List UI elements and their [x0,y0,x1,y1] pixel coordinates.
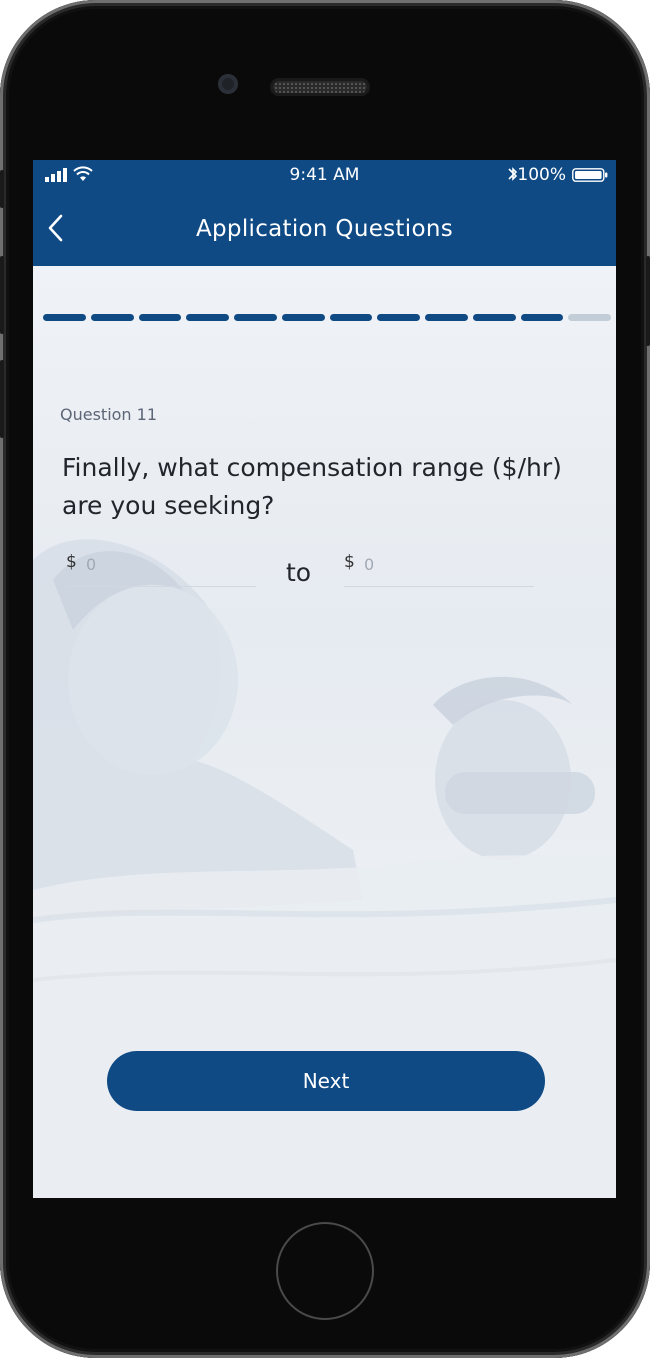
min-rate-field: $ [66,552,256,587]
progress-step-complete [138,314,182,321]
volume-down-button [0,360,4,438]
battery-icon [572,168,608,182]
progress-step-complete [377,314,420,321]
max-rate-field: $ [344,552,534,587]
progress-step-complete [186,314,229,321]
min-rate-input[interactable] [86,552,246,576]
next-button[interactable]: Next [107,1051,545,1111]
nav-bar: Application Questions [33,190,616,266]
question-number: Question 11 [60,405,158,424]
max-rate-input[interactable] [364,552,524,576]
progress-step-pending [568,314,611,321]
max-rate-currency: $ [344,552,355,572]
front-camera [218,74,238,94]
progress-step-complete [520,314,564,321]
range-separator: to [286,558,312,587]
progress-step-complete [43,314,86,321]
app-screen: 9:41 AM 100% Application Questions Quest… [33,160,616,1198]
question-text: Finally, what compensation range ($/hr) … [62,453,562,520]
power-button [646,256,650,346]
status-bar: 9:41 AM 100% [33,160,616,190]
progress-step-complete [234,314,277,321]
home-button[interactable] [276,1222,374,1320]
progress-step-complete [329,314,373,321]
progress-step-complete [425,314,468,321]
page-title: Application Questions [196,216,453,242]
volume-up-button [0,256,4,334]
earpiece-speaker [270,78,370,96]
phone-frame: 9:41 AM 100% Application Questions Quest… [0,0,650,1358]
min-rate-currency: $ [66,552,77,572]
progress-step-complete [472,314,516,321]
progress-step-complete [281,314,325,321]
battery-percentage: 100% [517,165,566,185]
progress-indicator [43,314,611,322]
progress-step-complete [90,314,134,321]
mute-switch [0,170,4,208]
